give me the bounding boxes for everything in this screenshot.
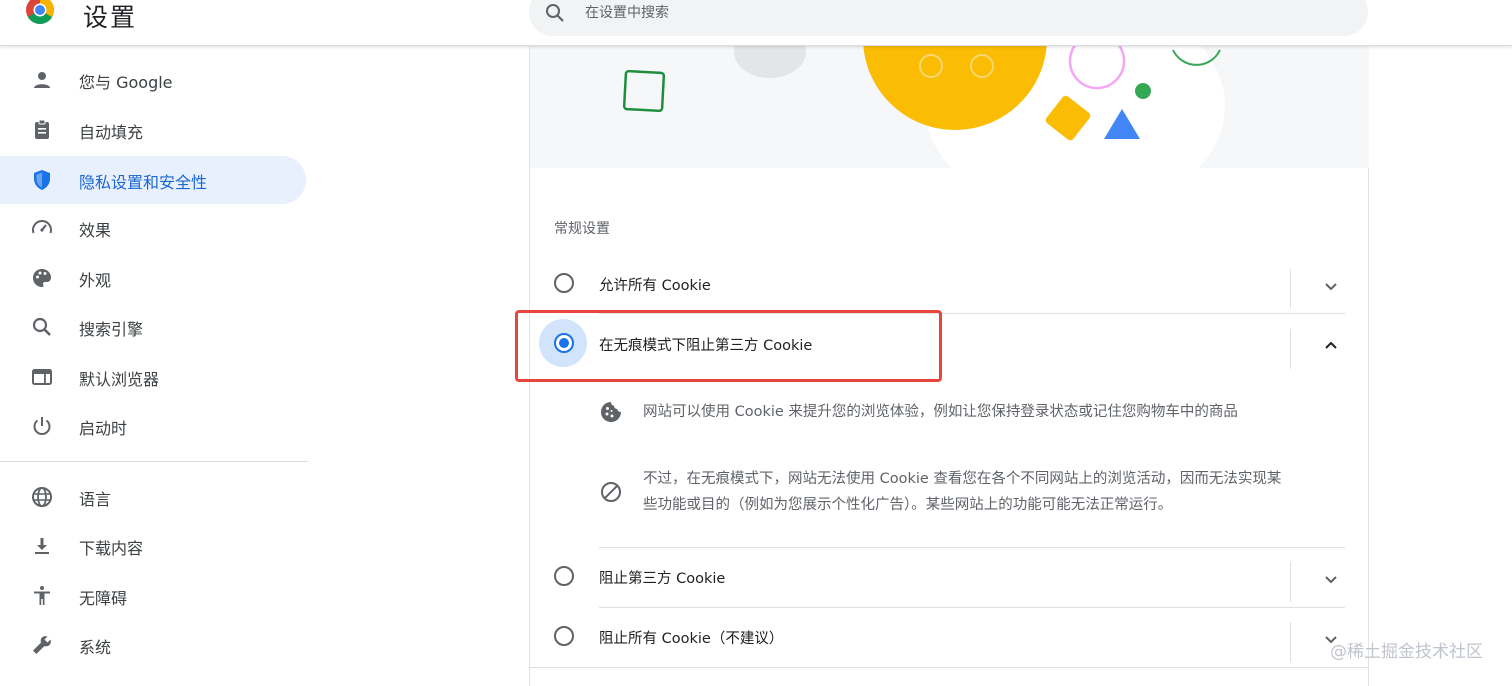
cookie-option-block-third-party[interactable]: 阻止第三方 Cookie	[530, 546, 1369, 606]
shield-icon	[34, 170, 50, 190]
detail-warning-line-2: 些功能或目的（例如为您展示个性化广告）。某些网站上的功能可能无法正常运行。	[643, 497, 1173, 513]
sidebar-item-label: 默认浏览器	[79, 370, 160, 389]
radio-button-selected[interactable]	[554, 333, 574, 353]
row-separator	[1290, 269, 1291, 309]
block-icon	[601, 482, 621, 502]
browser-window-icon	[32, 369, 52, 385]
cookie-icon	[601, 402, 621, 422]
accessibility-icon	[34, 586, 50, 605]
chevron-up-icon[interactable]	[1321, 336, 1341, 356]
sidebar-item-default-browser[interactable]: 默认浏览器	[0, 353, 306, 401]
sidebar-item-label: 隐私设置和安全性	[79, 173, 208, 192]
sidebar-item-label: 您与 Google	[79, 73, 173, 92]
sidebar-divider	[0, 461, 308, 462]
row-separator	[1290, 622, 1291, 662]
option-label: 阻止所有 Cookie（不建议）	[599, 631, 784, 647]
clipboard-icon	[35, 119, 49, 139]
sidebar-item-privacy-security[interactable]: 隐私设置和安全性	[0, 156, 306, 204]
sidebar-item-label: 语言	[79, 490, 112, 509]
radio-button[interactable]	[554, 273, 574, 293]
download-icon	[35, 538, 49, 554]
chevron-down-icon[interactable]	[1321, 276, 1341, 296]
sidebar-item-search-engine[interactable]: 搜索引擎	[0, 303, 306, 351]
detail-warning-line-1: 不过，在无痕模式下，网站无法使用 Cookie 查看您在各个不同网站上的浏览活动…	[643, 471, 1282, 487]
cookie-option-block-third-party-incognito[interactable]: 在无痕模式下阻止第三方 Cookie	[530, 313, 1369, 373]
cookie-illustration	[622, 46, 1225, 168]
palette-icon	[33, 269, 51, 287]
sidebar-item-label: 效果	[79, 221, 112, 240]
sidebar-item-system[interactable]: 系统	[0, 621, 306, 669]
sidebar-item-label: 启动时	[79, 419, 128, 438]
person-icon	[34, 72, 50, 88]
radio-button[interactable]	[554, 566, 574, 586]
sidebar-item-downloads[interactable]: 下载内容	[0, 522, 306, 570]
power-icon	[33, 417, 51, 435]
detail-description: 网站可以使用 Cookie 来提升您的浏览体验，例如让您保持登录状态或记住您购物…	[643, 404, 1238, 420]
cookie-settings-card: 常规设置 允许所有 Cookie 在无痕模式下阻止第三方 Cookie 网站可以…	[529, 46, 1369, 686]
sidebar-item-on-startup[interactable]: 启动时	[0, 402, 306, 450]
search-icon	[32, 317, 51, 336]
speedometer-icon	[32, 220, 52, 234]
option-label: 允许所有 Cookie	[599, 278, 711, 294]
watermark: @稀土掘金技术社区	[1330, 642, 1483, 662]
sidebar-item-label: 自动填充	[79, 123, 144, 142]
top-bar: 设置	[0, 0, 1512, 46]
search-icon	[546, 4, 564, 22]
row-separator	[1290, 562, 1291, 602]
wrench-icon	[33, 636, 51, 654]
sidebar-item-label: 系统	[79, 638, 112, 657]
sidebar-item-performance[interactable]: 效果	[0, 204, 306, 252]
cookie-option-block-all[interactable]: 阻止所有 Cookie（不建议）	[530, 606, 1369, 666]
sidebar-item-accessibility[interactable]: 无障碍	[0, 572, 306, 620]
sidebar-item-label: 下载内容	[79, 539, 144, 558]
sidebar-item-autofill[interactable]: 自动填充	[0, 106, 306, 154]
sidebar-item-label: 搜索引擎	[79, 320, 144, 339]
section-title: 常规设置	[554, 221, 610, 237]
illustration-banner	[530, 46, 1369, 168]
globe-icon	[32, 487, 52, 507]
search-box[interactable]	[529, 0, 1368, 36]
sidebar: 您与 Google 自动填充 隐私设置和安全性 效果 外观 搜索引擎 默认浏览器…	[0, 46, 320, 679]
sidebar-item-you-and-google[interactable]: 您与 Google	[0, 56, 306, 104]
radio-button[interactable]	[554, 626, 574, 646]
sidebar-item-label: 无障碍	[79, 589, 128, 608]
option-label: 在无痕模式下阻止第三方 Cookie	[599, 338, 813, 354]
option-label: 阻止第三方 Cookie	[599, 571, 726, 587]
search-input[interactable]	[585, 1, 1285, 25]
chrome-logo-icon	[26, 0, 54, 24]
row-divider	[530, 667, 1369, 668]
chevron-down-icon[interactable]	[1321, 569, 1341, 589]
sidebar-item-appearance[interactable]: 外观	[0, 254, 306, 302]
sidebar-item-languages[interactable]: 语言	[0, 473, 306, 521]
row-separator	[1290, 329, 1291, 369]
page-title: 设置	[83, 3, 138, 32]
cookie-option-allow-all[interactable]: 允许所有 Cookie	[530, 253, 1369, 313]
sidebar-item-label: 外观	[79, 271, 112, 290]
